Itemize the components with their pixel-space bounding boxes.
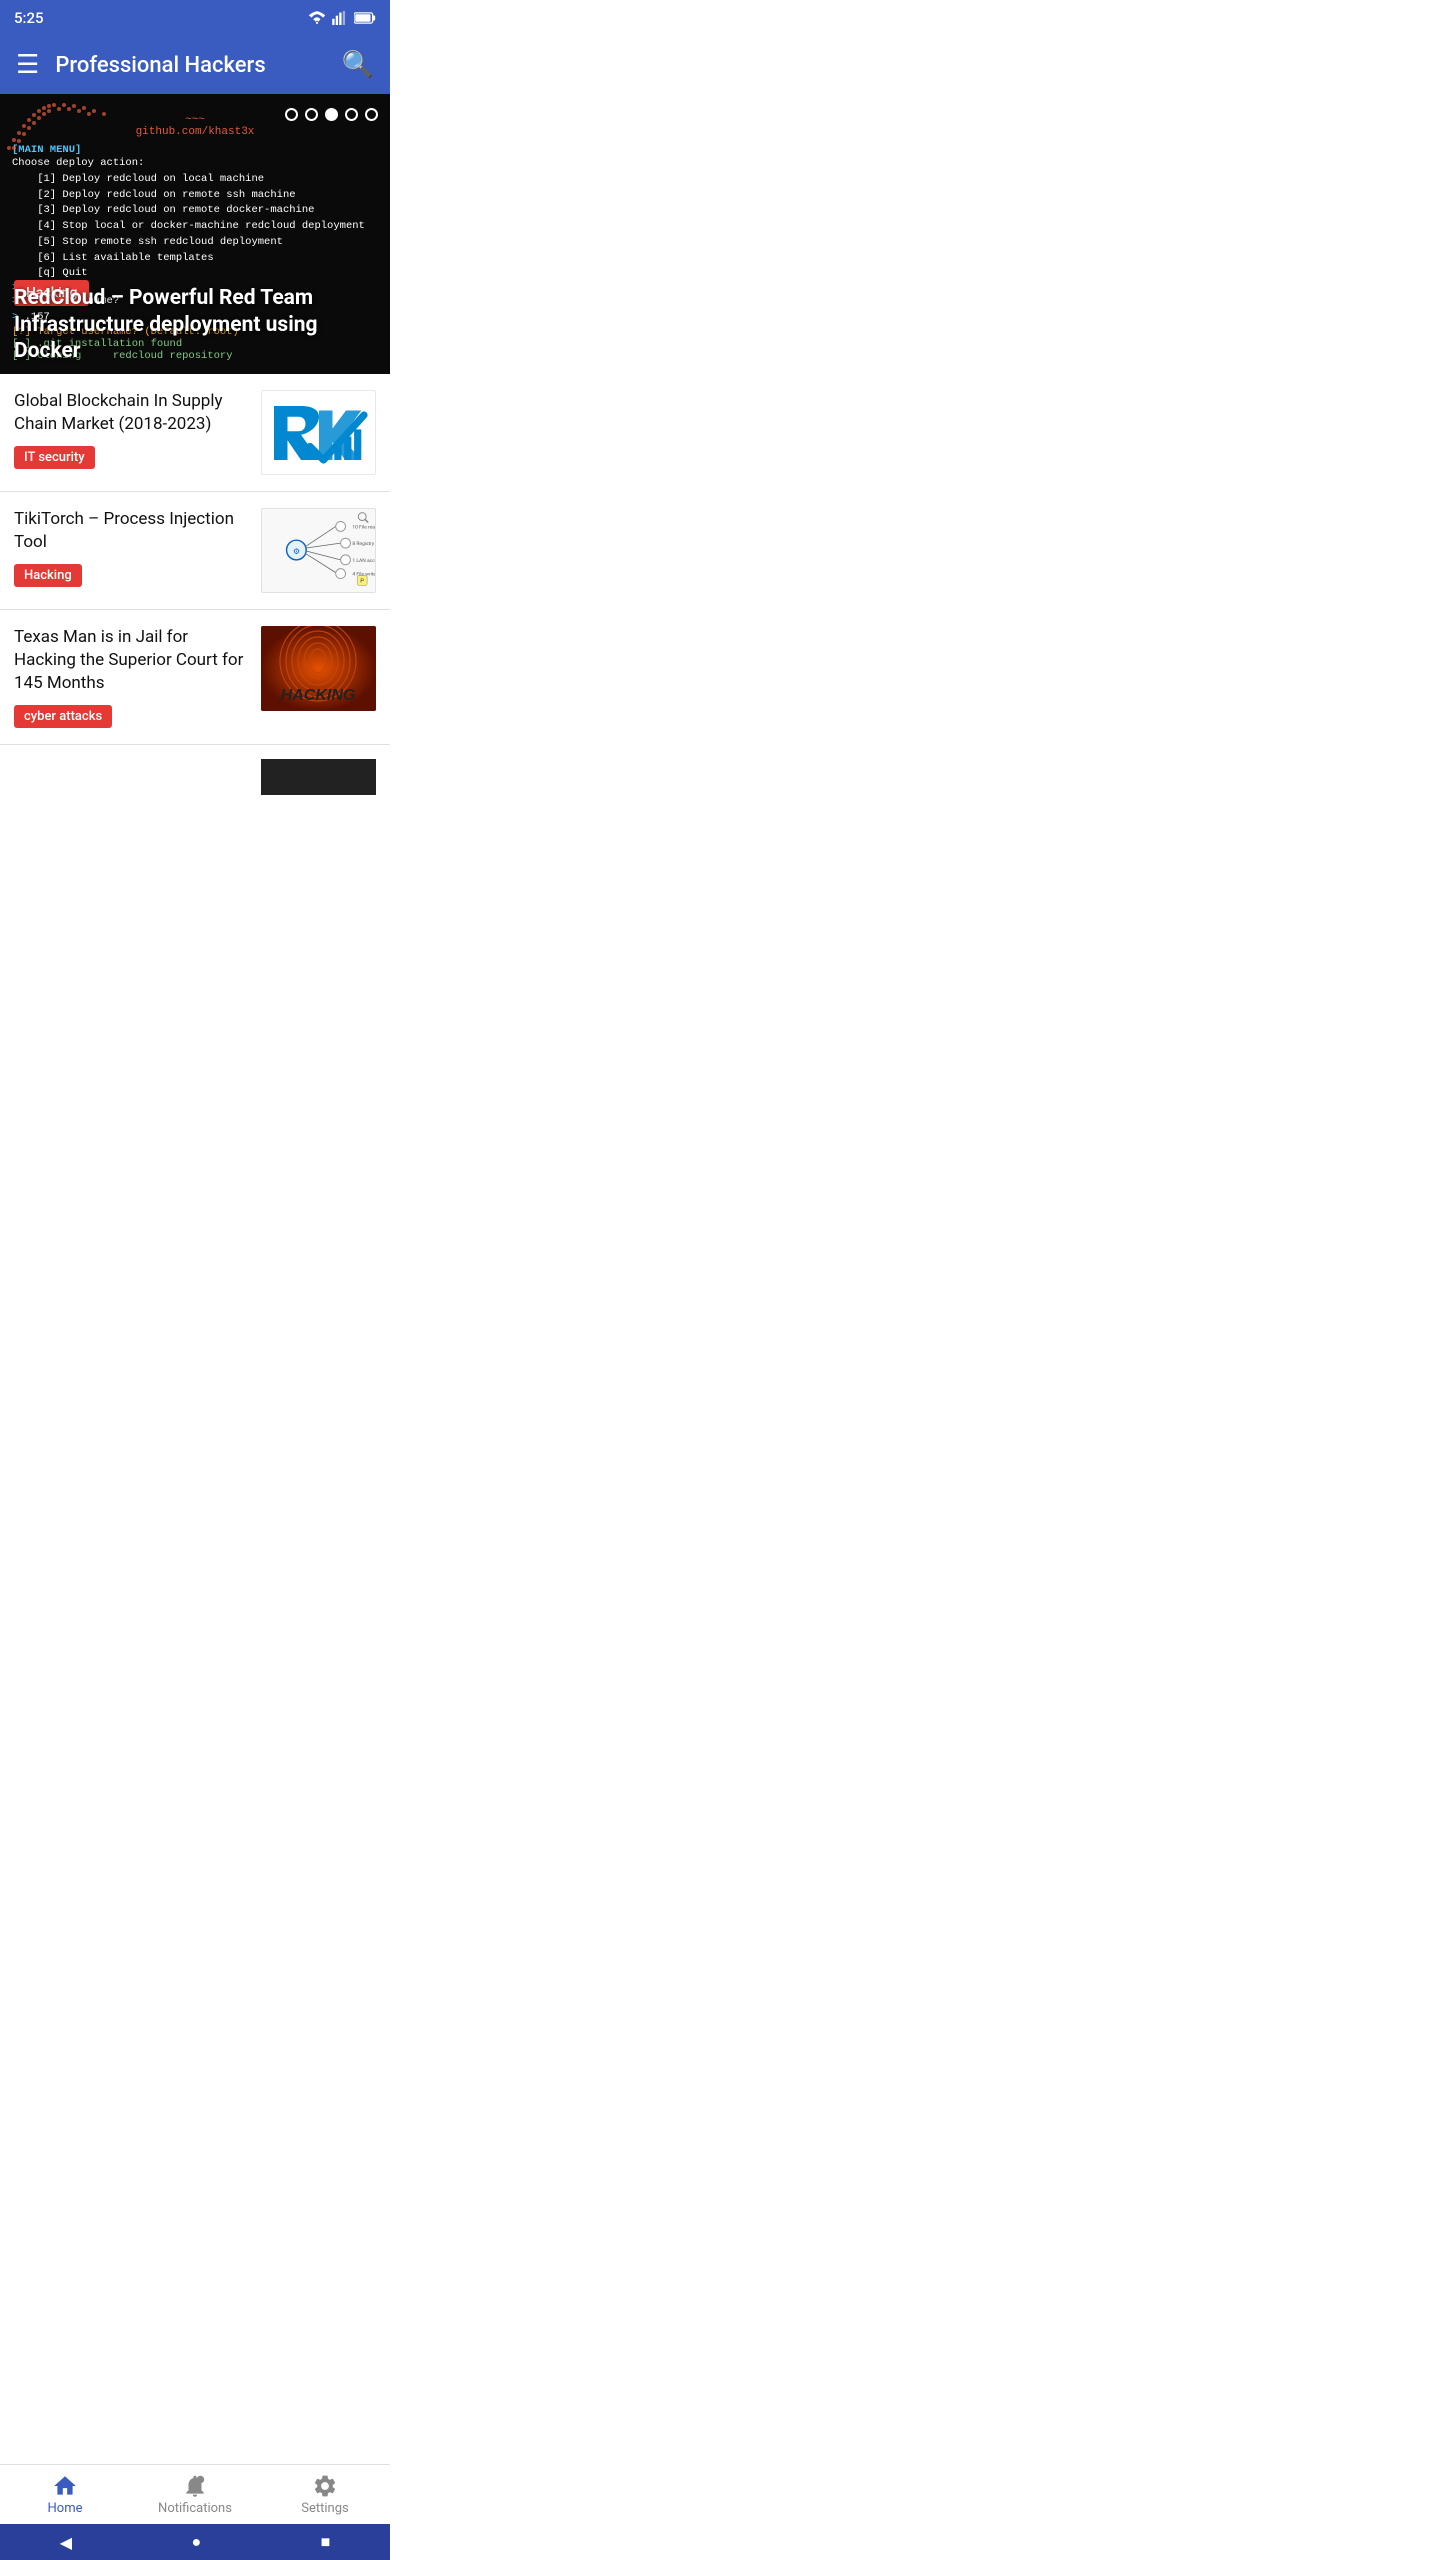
nav-settings-label: Settings [301, 2501, 348, 2516]
article-tag-1[interactable]: IT security [14, 446, 95, 469]
article-content-1: Global Blockchain In Supply Chain Market… [14, 390, 249, 469]
status-bar: 5:25 [0, 0, 390, 36]
nav-home[interactable]: Home [0, 2465, 130, 2524]
app-bar: ☰ Professional Hackers 🔍 [0, 36, 390, 94]
notifications-icon [182, 2473, 208, 2499]
nav-notifications[interactable]: Notifications [130, 2465, 260, 2524]
home-button[interactable]: ● [191, 2532, 201, 2552]
settings-icon [312, 2473, 338, 2499]
hacking-img-svg: HACKING [261, 626, 376, 711]
hero-title: RedCloud – Powerful Red Team Infrastruct… [14, 285, 376, 364]
tikitorch-svg: ⚙ 10 File reads 8 Registry key accesses … [262, 508, 375, 593]
rt-logo-svg [269, 397, 369, 469]
svg-text:P: P [360, 578, 364, 584]
status-icons [308, 11, 376, 25]
article-content-2: TikiTorch – Process Injection Tool Hacki… [14, 508, 249, 587]
article-item[interactable]: Global Blockchain In Supply Chain Market… [0, 374, 390, 492]
hero-dot-2[interactable] [305, 108, 318, 121]
svg-text:⚙: ⚙ [293, 547, 300, 556]
home-icon [52, 2473, 78, 2499]
status-time: 5:25 [14, 9, 44, 27]
partial-thumb-4 [261, 759, 376, 795]
nav-notifications-label: Notifications [158, 2501, 232, 2516]
article-title-1: Global Blockchain In Supply Chain Market… [14, 390, 249, 436]
article-list: Global Blockchain In Supply Chain Market… [0, 374, 390, 795]
back-button[interactable]: ◀ [60, 2533, 72, 2552]
menu-icon[interactable]: ☰ [16, 50, 39, 80]
bottom-nav: Home Notifications Settings [0, 2464, 390, 2524]
hero-banner[interactable]: ~~~github.com/khast3x [MAIN MENU] Choose… [0, 94, 390, 374]
signal-icon [332, 11, 348, 25]
android-nav-bar: ◀ ● ■ [0, 2524, 390, 2560]
hero-dot-4[interactable] [345, 108, 358, 121]
hero-dot-1[interactable] [285, 108, 298, 121]
article-image-3: HACKING [261, 626, 376, 711]
article-title-3: Texas Man is in Jail for Hacking the Sup… [14, 626, 249, 695]
article-item-3[interactable]: Texas Man is in Jail for Hacking the Sup… [0, 610, 390, 745]
article-tag-3[interactable]: cyber attacks [14, 705, 112, 728]
article-image-2: ⚙ 10 File reads 8 Registry key accesses … [261, 508, 376, 593]
recent-button[interactable]: ■ [321, 2532, 331, 2552]
dot-pattern-decoration [4, 98, 124, 153]
hero-dot-3[interactable] [325, 108, 338, 121]
hero-dot-5[interactable] [365, 108, 378, 121]
svg-text:8 Registry key accesses: 8 Registry key accesses [352, 541, 375, 547]
hero-dots [285, 108, 378, 121]
app-title: Professional Hackers [55, 53, 325, 78]
nav-home-label: Home [48, 2501, 83, 2516]
nav-settings[interactable]: Settings [260, 2465, 390, 2524]
terminal-deploy-prompt: Choose deploy action: [12, 156, 378, 172]
article-content-3: Texas Man is in Jail for Hacking the Sup… [14, 626, 249, 728]
svg-text:1 LAN access: 1 LAN access [352, 558, 375, 564]
article-image-1 [261, 390, 376, 475]
article-title-2: TikiTorch – Process Injection Tool [14, 508, 249, 554]
article-item-4-partial [0, 745, 390, 795]
svg-text:10 File reads: 10 File reads [352, 524, 375, 530]
svg-text:HACKING: HACKING [281, 687, 356, 704]
battery-icon [354, 12, 376, 24]
article-tag-2[interactable]: Hacking [14, 564, 82, 587]
wifi-icon [308, 11, 326, 25]
article-item-2[interactable]: TikiTorch – Process Injection Tool Hacki… [0, 492, 390, 610]
search-icon[interactable]: 🔍 [342, 50, 374, 80]
